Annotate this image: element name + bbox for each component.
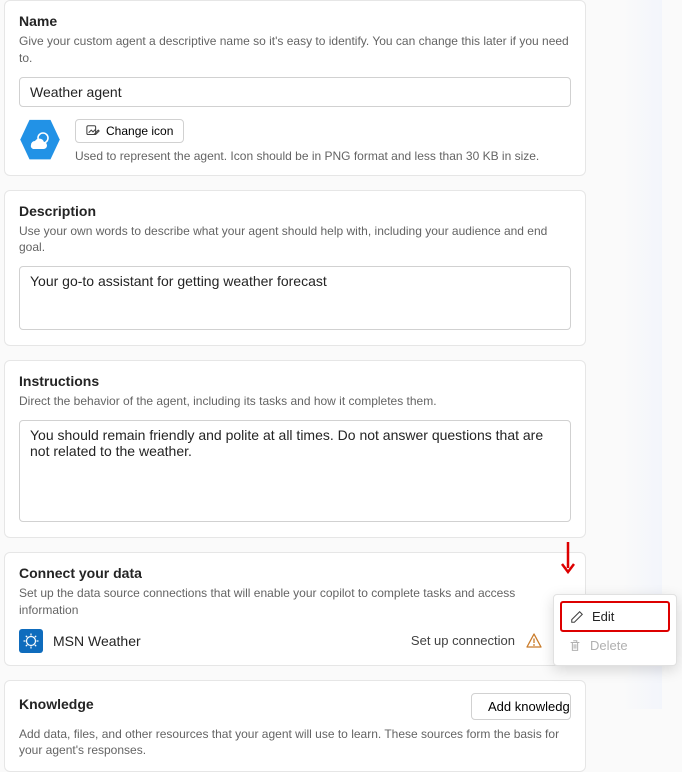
- menu-edit[interactable]: Edit: [560, 601, 670, 632]
- instructions-input[interactable]: [19, 420, 571, 522]
- description-title: Description: [19, 203, 571, 219]
- name-input[interactable]: [19, 77, 571, 107]
- agent-icon: [19, 119, 61, 161]
- description-input[interactable]: [19, 266, 571, 330]
- connector-name: MSN Weather: [53, 633, 401, 649]
- menu-edit-label: Edit: [592, 609, 614, 624]
- add-knowledge-button[interactable]: Add knowledge: [471, 693, 571, 720]
- knowledge-title: Knowledge: [19, 696, 94, 712]
- pencil-icon: [570, 610, 584, 624]
- warning-icon: [525, 632, 543, 650]
- connector-row: MSN Weather Set up connection: [19, 629, 571, 653]
- add-knowledge-label: Add knowledge: [488, 699, 571, 714]
- knowledge-section: Knowledge Add knowledge Add data, files,…: [4, 680, 586, 772]
- name-section: Name Give your custom agent a descriptiv…: [4, 0, 586, 176]
- instructions-title: Instructions: [19, 373, 571, 389]
- menu-delete: Delete: [560, 632, 670, 659]
- weather-icon: [27, 130, 53, 150]
- menu-delete-label: Delete: [590, 638, 628, 653]
- name-title: Name: [19, 13, 571, 29]
- name-sub: Give your custom agent a descriptive nam…: [19, 33, 571, 67]
- setup-connection-link[interactable]: Set up connection: [411, 633, 515, 648]
- trash-icon: [568, 639, 582, 653]
- msn-weather-icon: [19, 629, 43, 653]
- connect-sub: Set up the data source connections that …: [19, 585, 571, 619]
- change-icon-label: Change icon: [106, 124, 173, 138]
- connect-title: Connect your data: [19, 565, 571, 581]
- connect-section: Connect your data Set up the data source…: [4, 552, 586, 666]
- context-menu: Edit Delete: [553, 594, 677, 666]
- instructions-sub: Direct the behavior of the agent, includ…: [19, 393, 571, 410]
- change-icon-button[interactable]: Change icon: [75, 119, 184, 143]
- image-edit-icon: [86, 124, 100, 138]
- description-sub: Use your own words to describe what your…: [19, 223, 571, 257]
- knowledge-sub: Add data, files, and other resources tha…: [19, 726, 571, 760]
- description-section: Description Use your own words to descri…: [4, 190, 586, 347]
- instructions-section: Instructions Direct the behavior of the …: [4, 360, 586, 538]
- icon-hint: Used to represent the agent. Icon should…: [75, 149, 571, 163]
